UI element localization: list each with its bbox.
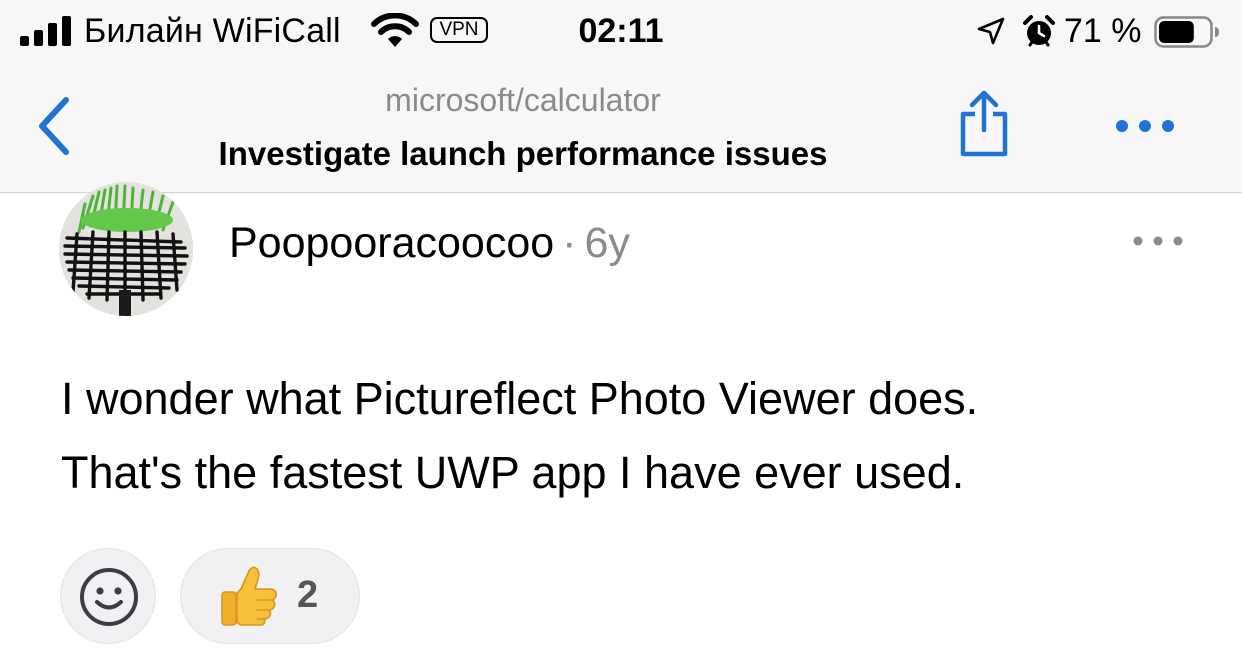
avatar-image bbox=[59, 182, 193, 316]
comment-age: 6y bbox=[584, 219, 630, 267]
carrier-name: Билайн WiFiCall bbox=[84, 12, 341, 50]
share-icon[interactable] bbox=[954, 88, 1014, 160]
avatar[interactable] bbox=[59, 182, 193, 316]
clock-time: 02:11 bbox=[578, 12, 664, 50]
comment-body: I wonder what Pictureflect Photo Viewer … bbox=[61, 362, 1201, 510]
comment-body-line: I wonder what Pictureflect Photo Viewer … bbox=[61, 373, 979, 424]
issue-title: Investigate launch performance issues bbox=[218, 135, 828, 172]
thumbs-up-icon bbox=[221, 566, 277, 626]
comment-more-icon[interactable] bbox=[1130, 230, 1186, 252]
back-chevron-icon[interactable] bbox=[34, 96, 78, 156]
location-arrow-icon bbox=[977, 17, 1005, 45]
meta-separator: · bbox=[562, 219, 577, 267]
battery-icon bbox=[1154, 16, 1219, 48]
wifi-icon bbox=[371, 13, 419, 47]
signal-icon bbox=[20, 16, 71, 46]
more-horizontal-icon[interactable] bbox=[1110, 112, 1180, 140]
smiley-icon bbox=[80, 568, 138, 626]
top-bar: Билайн WiFiCall VPN 02:11 71 % microsoft… bbox=[0, 0, 1242, 193]
alarm-icon bbox=[1023, 15, 1055, 47]
add-reaction-button[interactable] bbox=[60, 548, 156, 644]
status-bar: Билайн WiFiCall VPN 02:11 71 % bbox=[0, 0, 1242, 64]
screen: Билайн WiFiCall VPN 02:11 71 % microsoft… bbox=[0, 0, 1242, 648]
comment-meta: Poopooracoocoo · 6y bbox=[229, 217, 630, 269]
vpn-badge: VPN bbox=[430, 17, 488, 43]
comment-author[interactable]: Poopooracoocoo bbox=[229, 219, 554, 267]
comment-body-line: That's the fastest UWP app I have ever u… bbox=[61, 447, 965, 498]
reaction-count: 2 bbox=[297, 574, 319, 616]
thumbs-up-reaction[interactable]: 2 bbox=[180, 548, 360, 644]
repository-name[interactable]: microsoft/calculator bbox=[300, 80, 746, 120]
battery-percentage: 71 % bbox=[1064, 12, 1142, 50]
